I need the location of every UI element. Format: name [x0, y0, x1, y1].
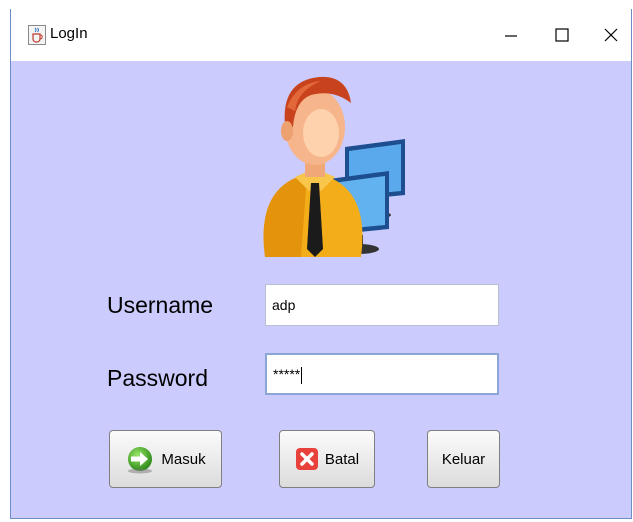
maximize-icon: [555, 28, 569, 42]
keluar-label: Keluar: [441, 450, 486, 468]
username-label: Username: [107, 292, 214, 318]
close-button[interactable]: [589, 17, 633, 53]
window-title: LogIn: [50, 25, 88, 42]
minimize-button[interactable]: [489, 17, 533, 53]
text-caret: [301, 366, 303, 384]
masuk-button[interactable]: Masuk: [109, 430, 222, 488]
password-label: Password: [107, 365, 208, 391]
username-value: adp: [272, 297, 296, 313]
close-icon: [604, 28, 618, 42]
login-arrow-icon: [128, 447, 153, 474]
password-field[interactable]: *****: [265, 353, 499, 395]
minimize-icon: [505, 35, 517, 37]
masuk-label: Masuk: [161, 450, 206, 468]
user-computer-icon: [247, 67, 417, 261]
title-bar[interactable]: LogIn: [11, 9, 631, 61]
java-cup-icon: [28, 25, 46, 45]
cancel-x-icon: [295, 448, 318, 470]
username-field[interactable]: adp: [265, 284, 499, 326]
password-value: *****: [273, 366, 301, 382]
keluar-button[interactable]: Keluar: [427, 430, 500, 488]
batal-button[interactable]: Batal: [279, 430, 375, 488]
maximize-button[interactable]: [540, 17, 584, 53]
batal-label: Batal: [324, 450, 360, 468]
login-window: LogIn Username adp Password ***** Masuk …: [10, 9, 632, 519]
